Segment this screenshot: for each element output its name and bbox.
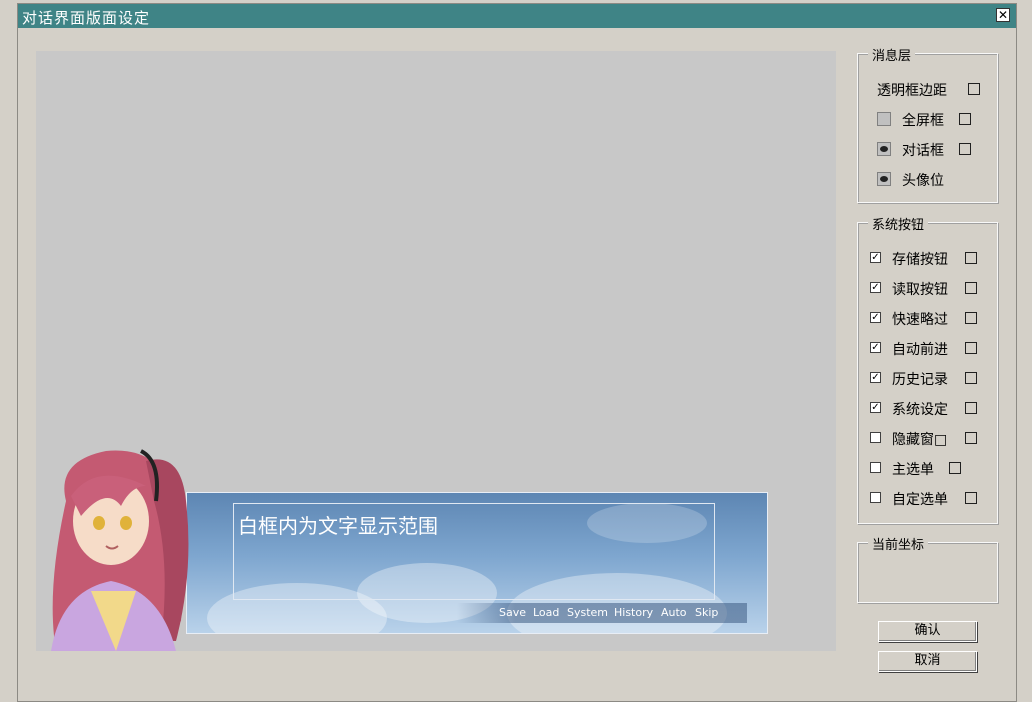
visibility-toggle-icon[interactable]	[877, 112, 891, 126]
system-button-row[interactable]: ✓ 快速略过	[858, 309, 997, 328]
system-button-label: 读取按钮	[892, 282, 948, 298]
lock-toggle[interactable]	[959, 143, 971, 155]
system-button-row[interactable]: ✓ 系统设定	[858, 399, 997, 418]
enable-checkbox[interactable]: ✓	[870, 372, 881, 383]
lock-toggle[interactable]	[959, 113, 971, 125]
enable-checkbox[interactable]: ✓	[870, 282, 881, 293]
layout-preview[interactable]: 白框内为文字显示范围 Save Load System History Auto…	[36, 51, 836, 651]
system-button-label: 自动前进	[892, 342, 948, 358]
system-button-label: 系统设定	[892, 402, 948, 418]
window-title: 对话界面版面设定	[22, 9, 151, 27]
row-dialog-frame[interactable]: 对话框	[858, 140, 997, 159]
system-button-row[interactable]: ✓ 历史记录	[858, 369, 997, 388]
system-button-row[interactable]: 自定选单	[858, 489, 997, 508]
title-bar[interactable]: 对话界面版面设定 ✕	[18, 4, 1016, 28]
lock-toggle[interactable]	[949, 462, 961, 474]
message-box-preview[interactable]: 白框内为文字显示范围 Save Load System History Auto…	[186, 492, 768, 634]
system-buttons-legend: 系统按钮	[868, 214, 929, 233]
system-buttons-group: 系统按钮 ✓ 存储按钮 ✓ 读取按钮 ✓ 快速略过 ✓ 自动前进 ✓ 历史记录 ✓ 系统设定隐藏窗□ 主…	[857, 214, 998, 524]
label-transparent-margin: 透明框边距	[877, 83, 947, 99]
skip-button[interactable]: Skip	[695, 606, 718, 619]
message-layer-group: 消息层 透明框边距 全屏框 对话框 头像位	[857, 45, 998, 203]
enable-checkbox[interactable]: ✓	[870, 312, 881, 323]
coordinates-group: 当前坐标	[857, 534, 998, 603]
enable-checkbox[interactable]: ✓	[870, 252, 881, 263]
lock-toggle[interactable]	[965, 312, 977, 324]
visibility-eye-icon[interactable]	[877, 172, 891, 186]
lock-toggle[interactable]	[965, 252, 977, 264]
system-button-row[interactable]: 主选单	[858, 459, 997, 478]
system-button-row[interactable]: ✓ 自动前进	[858, 339, 997, 358]
confirm-button[interactable]: 确认	[878, 621, 977, 642]
row-fullscreen-frame[interactable]: 全屏框	[858, 110, 997, 129]
system-button-label: 快速略过	[892, 312, 948, 328]
text-area-frame[interactable]: 白框内为文字显示范围	[233, 503, 715, 600]
enable-checkbox[interactable]: ✓	[870, 342, 881, 353]
lock-toggle[interactable]	[965, 372, 977, 384]
character-portrait[interactable]	[36, 441, 201, 651]
enable-checkbox[interactable]	[870, 462, 881, 473]
system-button-bar: Save Load System History Auto Skip	[457, 603, 747, 623]
history-button[interactable]: History	[614, 606, 653, 619]
lock-toggle[interactable]	[965, 432, 977, 444]
load-button[interactable]: Load	[533, 606, 559, 619]
lock-toggle[interactable]	[965, 342, 977, 354]
close-button[interactable]: ✕	[996, 8, 1010, 22]
label-portrait-position: 头像位	[902, 173, 944, 189]
enable-checkbox[interactable]	[870, 492, 881, 503]
system-button-label: 隐藏窗□	[892, 432, 948, 448]
label-fullscreen-frame: 全屏框	[902, 113, 944, 129]
row-transparent-margin[interactable]: 透明框边距	[858, 80, 997, 99]
enable-checkbox[interactable]: ✓	[870, 402, 881, 413]
label-dialog-frame: 对话框	[902, 143, 944, 159]
auto-button[interactable]: Auto	[661, 606, 687, 619]
enable-checkbox[interactable]	[870, 432, 881, 443]
system-button-row[interactable]: 隐藏窗□	[858, 429, 997, 448]
message-layer-legend: 消息层	[868, 45, 916, 64]
lock-toggle[interactable]	[965, 282, 977, 294]
system-button-row[interactable]: ✓ 存储按钮	[858, 249, 997, 268]
system-button-label: 主选单	[892, 462, 934, 478]
system-button-label: 存储按钮	[892, 252, 948, 268]
dialog-window: 对话界面版面设定 ✕ 白框内为文字显示范围 Save Load System H…	[17, 3, 1017, 702]
lock-toggle[interactable]	[965, 402, 977, 414]
system-button[interactable]: System	[567, 606, 608, 619]
visibility-eye-icon[interactable]	[877, 142, 891, 156]
sample-text: 白框内为文字显示范围	[238, 514, 438, 538]
coordinates-legend: 当前坐标	[868, 534, 929, 553]
system-button-label: 自定选单	[892, 492, 948, 508]
lock-toggle[interactable]	[968, 83, 980, 95]
system-button-label: 历史记录	[892, 372, 948, 388]
save-button[interactable]: Save	[499, 606, 526, 619]
system-button-row[interactable]: ✓ 读取按钮	[858, 279, 997, 298]
cancel-button[interactable]: 取消	[878, 651, 977, 672]
row-portrait-position[interactable]: 头像位	[858, 170, 997, 189]
lock-toggle[interactable]	[965, 492, 977, 504]
